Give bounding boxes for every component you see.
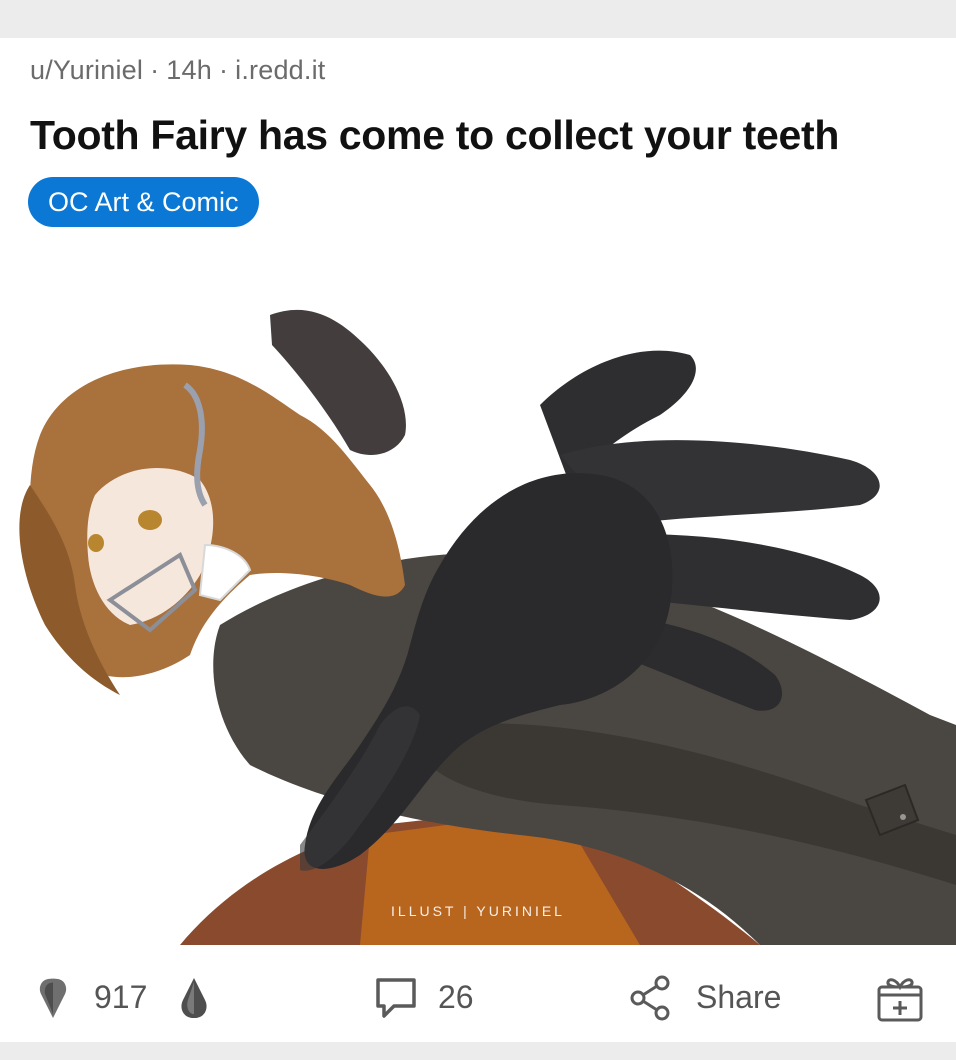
share-label: Share xyxy=(696,979,782,1015)
vote-count: 917 xyxy=(94,979,148,1015)
image-watermark: ILLUST | YURINIEL xyxy=(391,903,565,919)
award-button[interactable] xyxy=(876,955,924,1040)
meta-separator: · xyxy=(150,55,160,85)
meta-separator: · xyxy=(218,55,229,85)
downvote-icon[interactable] xyxy=(177,976,211,1020)
author-link[interactable]: u/Yuriniel xyxy=(30,55,143,85)
post-action-bar: 917 26 Share xyxy=(0,955,956,1040)
share-button[interactable]: Share xyxy=(628,955,781,1040)
top-strip xyxy=(0,0,956,38)
vote-group: 917 xyxy=(36,955,211,1040)
post-title[interactable]: Tooth Fairy has come to collect your tee… xyxy=(30,112,930,159)
comment-bubble-icon xyxy=(372,974,420,1022)
award-gift-icon xyxy=(876,973,924,1023)
post-image[interactable]: ILLUST | YURINIEL xyxy=(0,245,956,945)
post-flair[interactable]: OC Art & Comic xyxy=(28,177,259,227)
bottom-strip xyxy=(0,1042,956,1060)
comments-button[interactable]: 26 xyxy=(372,955,474,1040)
comment-count: 26 xyxy=(438,979,474,1015)
share-icon xyxy=(628,974,674,1022)
domain-link[interactable]: i.redd.it xyxy=(235,55,325,85)
post-age: 14h xyxy=(166,55,212,85)
upvote-icon[interactable] xyxy=(36,976,70,1020)
illustration xyxy=(19,309,956,945)
post-meta: u/Yuriniel · 14h · i.redd.it xyxy=(30,55,325,86)
